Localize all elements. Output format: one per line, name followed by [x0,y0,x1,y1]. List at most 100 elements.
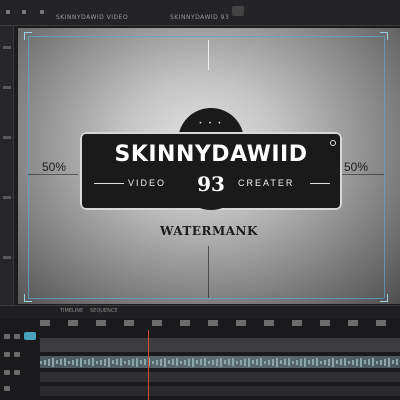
waveform-bar [92,358,94,366]
ruler-tick [96,320,106,326]
waveform-bar [116,359,118,365]
waveform-bar [304,357,306,367]
waveform-bar [360,357,362,367]
left-percent-line [28,174,78,175]
waveform-bar [380,359,382,365]
registered-icon [330,140,336,146]
corner-marker [24,294,32,302]
waveform-bar [180,360,182,364]
guide-left [28,36,29,298]
left-percent-label: 50% [42,160,67,174]
tool-icon[interactable] [3,196,11,199]
tab-sequence[interactable]: SKINNYDAWID 93 [170,12,229,24]
waveform-bar [244,358,246,366]
tool-icon[interactable] [3,256,11,259]
ruler-tick [236,320,246,326]
tool-strip [0,26,14,316]
track-eye-icon[interactable] [14,352,20,357]
ruler-tick [320,320,330,326]
ruler-tick [292,320,302,326]
waveform-bar [112,360,114,364]
waveform-bar [64,358,66,366]
waveform-bar [196,360,198,364]
track-lock-icon[interactable] [4,334,10,339]
menu-dot-icon[interactable] [40,10,44,14]
logo-rule [310,183,330,184]
waveform-bar [220,357,222,367]
waveform-bar [200,359,202,365]
preview-canvas[interactable]: 50% 50% • • • SKINNYDAWIID VIDEO 93 CREA… [18,28,400,304]
waveform-bar [76,358,78,366]
waveform-bar [396,359,398,365]
track-eye-icon[interactable] [14,370,20,375]
clip-marker[interactable] [24,332,36,340]
waveform-bar [80,357,82,367]
audio-track[interactable] [40,372,400,382]
waveform-bar [104,358,106,366]
waveform-bar [140,360,142,364]
waveform-bar [84,360,86,364]
corner-marker [24,32,32,40]
center-guide-top [208,40,209,70]
menu-dot-icon[interactable] [6,10,10,14]
center-guide-bottom [208,246,209,298]
waveform-bar [332,357,334,367]
waveform-bar [276,357,278,367]
logo-dots: • • • [198,120,224,127]
waveform-bar [240,359,242,365]
waveform-bar [352,359,354,365]
waveform-bar [40,360,42,364]
waveform-bar [132,358,134,366]
waveform-bar [124,360,126,364]
audio-track[interactable] [40,356,400,368]
logo-subtitle-right: CREATER [238,178,295,188]
logo-subtitle-left: VIDEO [128,178,167,188]
waveform-bar [204,358,206,366]
ruler-tick [180,320,190,326]
waveform-bar [192,357,194,367]
tool-icon[interactable] [3,136,11,139]
waveform-bar [272,358,274,366]
waveform-bar [68,360,70,364]
waveform-bar [280,360,282,364]
waveform-bar [268,359,270,365]
ruler-tick [40,320,50,326]
waveform-bar [364,360,366,364]
waveform-bar [44,359,46,365]
waveform-bar [256,359,258,365]
waveform-bar [260,358,262,366]
menu-dot-icon[interactable] [22,10,26,14]
tool-icon[interactable] [3,46,11,49]
waveform-bar [208,360,210,364]
waveform-bar [184,359,186,365]
watermark-logo[interactable]: • • • SKINNYDAWIID VIDEO 93 CREATER [80,88,342,238]
track-lock-icon[interactable] [4,352,10,357]
timeline-ruler[interactable] [40,318,400,330]
video-track[interactable] [40,338,400,352]
tool-icon[interactable] [3,86,11,89]
waveform-bar [308,360,310,364]
timeline-panel[interactable]: TIMELINE SEQUENCE [0,305,400,400]
waveform-bar [384,358,386,366]
timeline-label: SEQUENCE [90,308,118,314]
waveform-bar [336,360,338,364]
waveform-bar [284,359,286,365]
audio-track[interactable] [40,386,400,396]
tab-project[interactable]: SKINNYDAWID VIDEO [56,12,128,24]
corner-marker [380,294,388,302]
tab-bar: SKINNYDAWID VIDEO SKINNYDAWID 93 [0,0,400,26]
guide-right [384,36,385,298]
track-lock-icon[interactable] [4,370,10,375]
waveform-bar [120,358,122,366]
window-control-icon[interactable] [232,6,244,16]
track-eye-icon[interactable] [14,334,20,339]
waveform-bar [72,359,74,365]
ruler-tick [124,320,134,326]
waveform-bar [320,360,322,364]
track-lock-icon[interactable] [4,386,10,391]
ruler-tick [376,320,386,326]
waveform-bar [356,358,358,366]
waveform-bar [376,360,378,364]
ruler-tick [68,320,78,326]
playhead[interactable] [148,330,149,400]
